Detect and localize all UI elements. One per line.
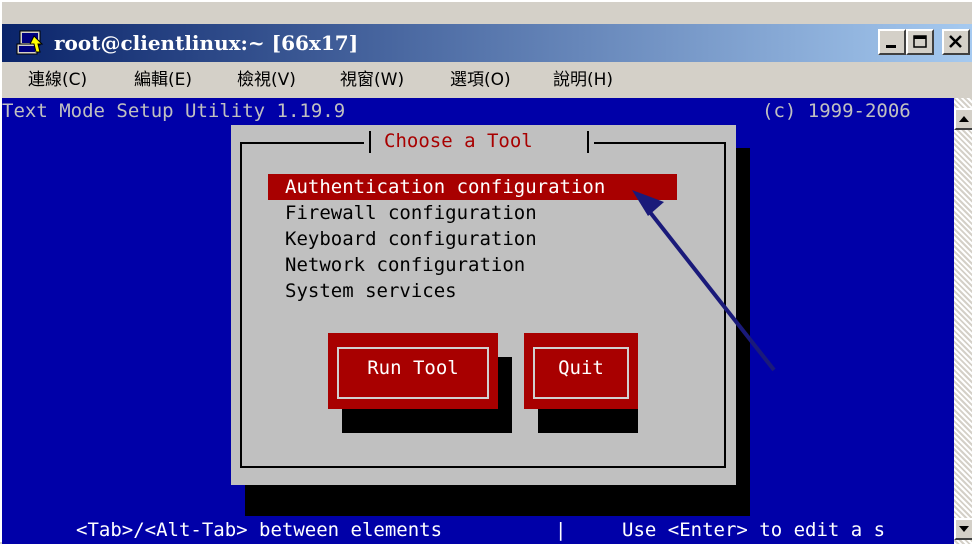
terminal-screen[interactable]: Text Mode Setup Utility 1.19.9 (c) 1999-… xyxy=(2,98,954,544)
menu-help[interactable]: 說明(H) xyxy=(553,68,613,92)
menu-edit[interactable]: 編輯(E) xyxy=(134,68,192,92)
menu-bar: 連線(C) 編輯(E) 檢視(V) 視窗(W) 選項(O) 說明(H) xyxy=(2,62,972,98)
scroll-down-arrow-icon xyxy=(959,526,969,532)
terminal-window: root@clientlinux:~ [66x17] 連線(C) 編輯(E) 檢… xyxy=(0,0,972,544)
menu-connection[interactable]: 連線(C) xyxy=(28,68,87,92)
menu-view[interactable]: 檢視(V) xyxy=(237,68,296,92)
menu-options[interactable]: 選項(O) xyxy=(450,68,511,92)
minimize-button[interactable] xyxy=(878,29,906,55)
scroll-down-button[interactable] xyxy=(954,518,972,540)
minimize-icon xyxy=(886,45,896,48)
menu-window[interactable]: 視窗(W) xyxy=(340,68,404,92)
scroll-up-arrow-icon xyxy=(959,116,969,122)
putty-terminal-icon[interactable] xyxy=(16,30,44,56)
maximize-button[interactable] xyxy=(906,29,934,55)
annotation-arrow xyxy=(632,190,776,372)
scroll-up-button[interactable] xyxy=(954,108,972,130)
close-icon xyxy=(949,35,962,48)
close-button[interactable] xyxy=(942,29,970,55)
maximize-icon xyxy=(913,35,927,48)
window-title: root@clientlinux:~ [66x17] xyxy=(54,31,359,55)
title-bar[interactable]: root@clientlinux:~ [66x17] xyxy=(2,24,972,62)
vertical-scrollbar[interactable] xyxy=(954,98,972,544)
